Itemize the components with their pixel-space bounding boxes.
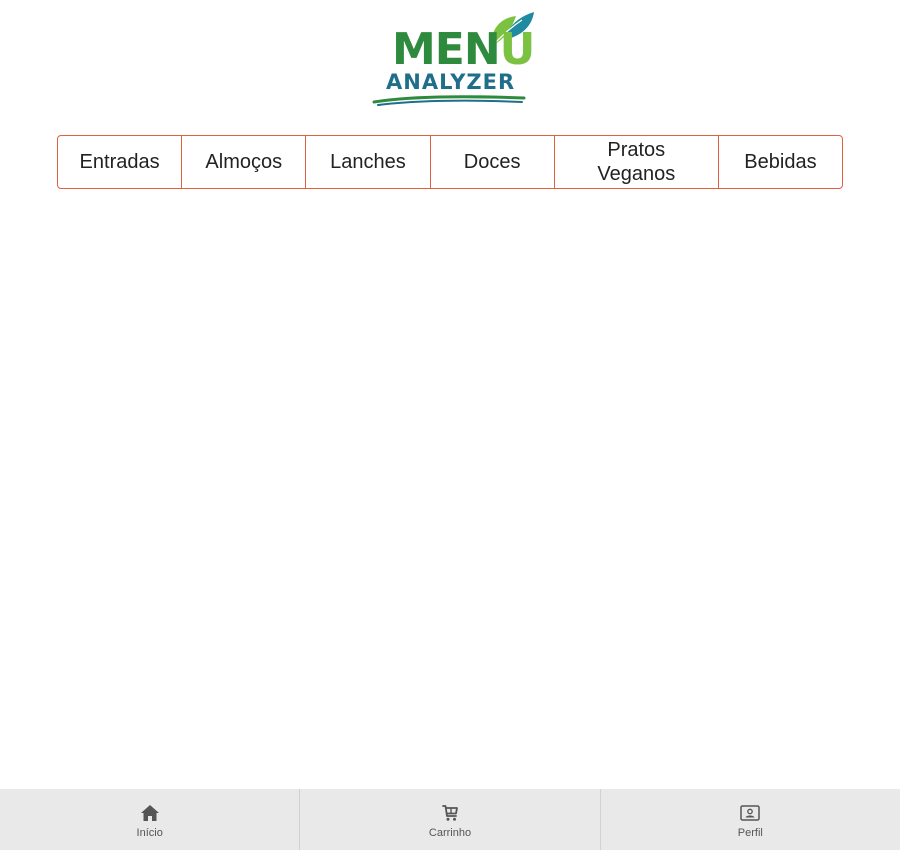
nav-item-perfil[interactable]: Perfil (599, 789, 900, 850)
tab-pratos-veganos[interactable]: Pratos Veganos (553, 136, 718, 188)
tab-bebidas[interactable]: Bebidas (717, 136, 842, 188)
cart-icon (439, 803, 461, 823)
logo-menu-text: MENU (392, 24, 535, 75)
logo-analyzer-text: ANALYZER (386, 70, 516, 94)
nav-label-carrinho: Carrinho (428, 827, 472, 839)
nav-label-inicio: Início (136, 827, 163, 839)
logo-swoosh (372, 95, 526, 106)
nav-item-carrinho[interactable]: Carrinho (299, 789, 599, 850)
bottom-navigation: Início Carrinho Perfil (0, 789, 900, 850)
tab-entradas[interactable]: Entradas (58, 136, 181, 188)
menu-page: MENU ANALYZER Entradas Almoços Lanches D… (0, 0, 900, 850)
tab-doces[interactable]: Doces (429, 136, 554, 188)
tab-almocos[interactable]: Almoços (181, 136, 305, 188)
nav-label-perfil: Perfil (737, 827, 763, 839)
category-tabs: Entradas Almoços Lanches Doces Pratos Ve… (57, 135, 843, 189)
nav-item-inicio[interactable]: Início (0, 789, 299, 850)
profile-icon (739, 803, 761, 823)
home-icon (139, 803, 161, 823)
menu-analyzer-logo: MENU ANALYZER (370, 10, 540, 110)
tab-lanches[interactable]: Lanches (305, 136, 429, 188)
